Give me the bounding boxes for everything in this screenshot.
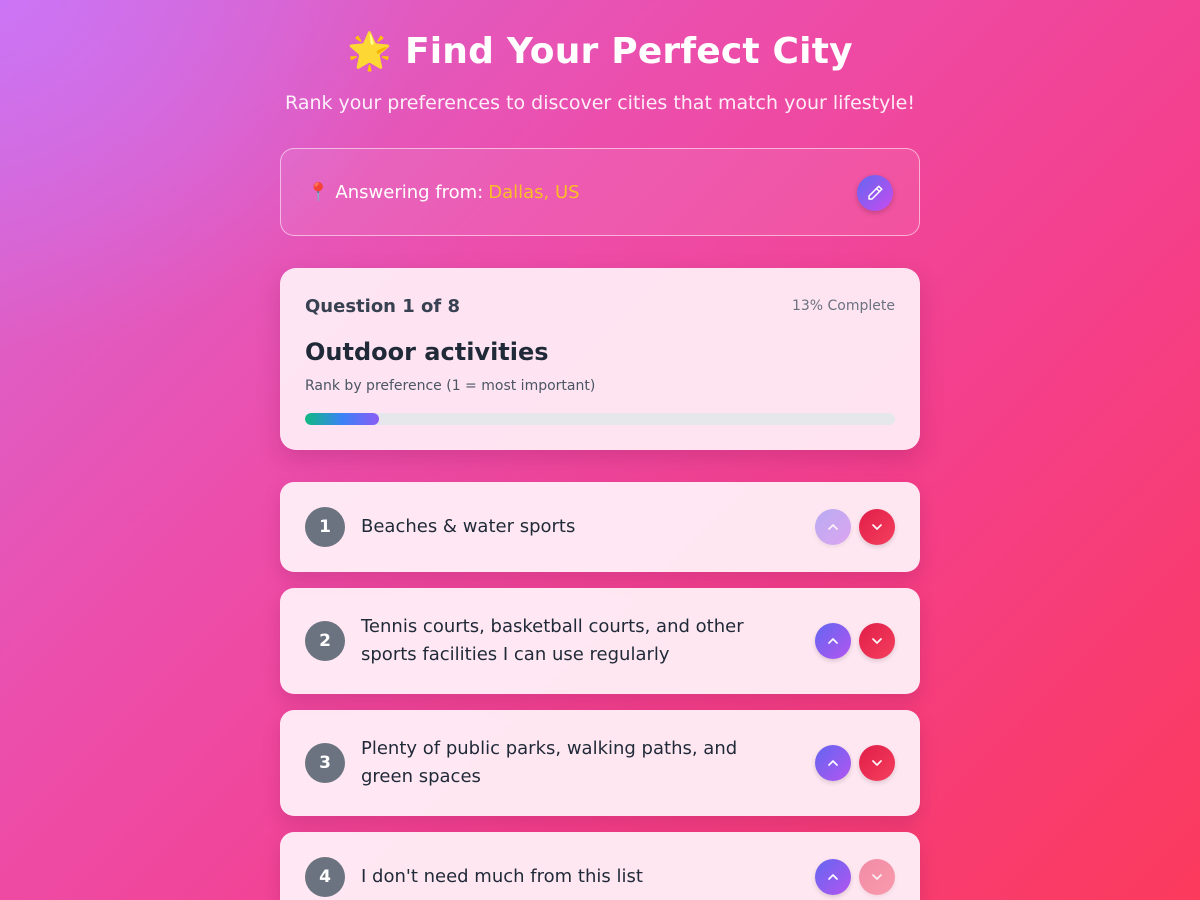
- option-text: Tennis courts, basketball courts, and ot…: [361, 616, 744, 665]
- rank-badge: 3: [305, 743, 345, 783]
- page-header: 🌟 Find Your Perfect City Rank your prefe…: [0, 28, 1200, 116]
- page-subtitle: Rank your preferences to discover cities…: [285, 92, 915, 114]
- move-up-button[interactable]: [815, 859, 851, 895]
- option-card-4: 4 I don't need much from this list: [280, 832, 920, 900]
- progress-percent: 13% Complete: [791, 298, 895, 314]
- option-card-1: 1 Beaches & water sports: [280, 482, 920, 572]
- chevron-down-icon: [872, 760, 882, 766]
- chevron-up-icon: [828, 760, 838, 766]
- pencil-icon: [868, 185, 883, 200]
- move-up-button[interactable]: [815, 623, 851, 659]
- question-hint: Rank by preference (1 = most important): [305, 378, 596, 394]
- option-card-3: 3 Plenty of public parks, walking paths,…: [280, 710, 920, 816]
- chevron-down-icon: [872, 638, 882, 644]
- rank-badge: 1: [305, 507, 345, 547]
- chevron-up-icon: [828, 638, 838, 644]
- chevron-up-icon: [828, 874, 838, 880]
- move-down-button[interactable]: [859, 745, 895, 781]
- page-title: 🌟 Find Your Perfect City: [347, 31, 853, 72]
- move-down-button[interactable]: [859, 859, 895, 895]
- move-up-button[interactable]: [815, 745, 851, 781]
- edit-location-button[interactable]: [857, 175, 893, 211]
- progress-bar: [305, 413, 895, 425]
- chevron-up-icon: [828, 524, 838, 530]
- location-prefix: Answering from:: [335, 181, 484, 203]
- rank-badge: 2: [305, 621, 345, 661]
- question-title: Outdoor activities: [305, 338, 549, 366]
- pin-icon: 📍: [307, 181, 330, 203]
- chevron-down-icon: [872, 874, 882, 880]
- option-text: I don't need much from this list: [361, 866, 643, 887]
- location-city: Dallas, US: [488, 181, 580, 203]
- option-text: Beaches & water sports: [361, 516, 576, 537]
- option-text: Plenty of public parks, walking paths, a…: [361, 738, 738, 787]
- location-panel: 📍 Answering from: Dallas, US: [280, 148, 920, 236]
- rank-badge: 4: [305, 857, 345, 897]
- question-counter: Question 1 of 8: [305, 296, 461, 317]
- move-up-button[interactable]: [815, 509, 851, 545]
- option-card-2: 2 Tennis courts, basketball courts, and …: [280, 588, 920, 694]
- move-down-button[interactable]: [859, 509, 895, 545]
- move-down-button[interactable]: [859, 623, 895, 659]
- progress-fill: [305, 413, 379, 425]
- chevron-down-icon: [872, 524, 882, 530]
